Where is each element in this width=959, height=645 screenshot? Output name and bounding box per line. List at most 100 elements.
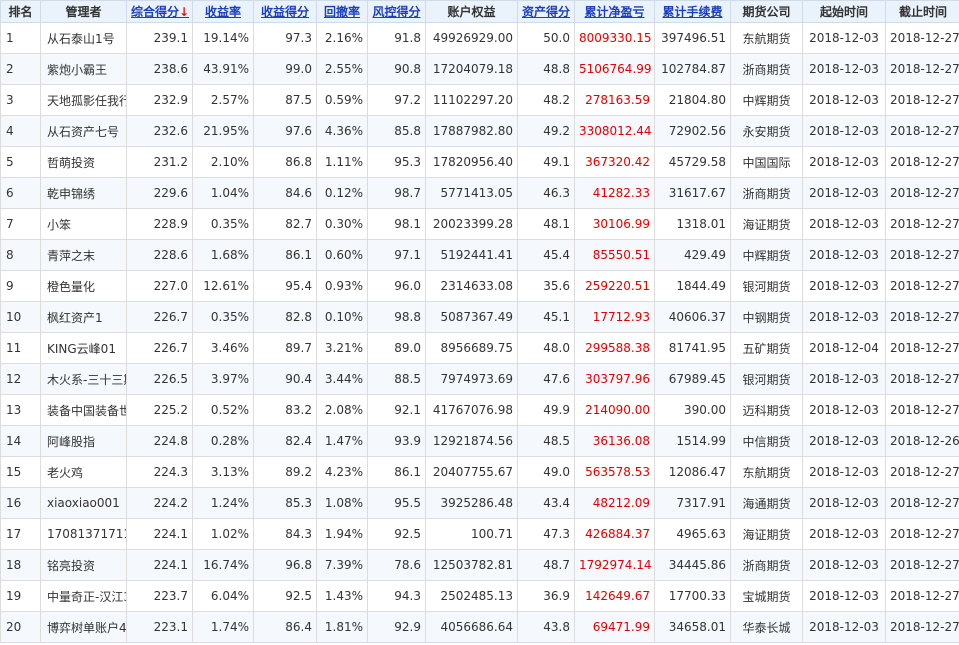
manager-cell: 中量奇正-汉江3号 [40, 580, 127, 612]
return-rate-cell: 6.04% [192, 580, 254, 612]
net-pnl-cell: 41282.33 [574, 177, 655, 209]
table-row[interactable]: 11 KING云峰01 226.7 3.46% 89.7 3.21% 89.0 8956689… [0, 332, 959, 364]
total-score-cell: 232.6 [126, 115, 193, 147]
start-date-cell: 2018-12-03 [802, 425, 886, 457]
drawdown-cell: 3.21% [316, 332, 368, 364]
end-date-cell: 2018-12-27 [885, 115, 959, 147]
column-header-pnl[interactable]: 累计净盈亏 [574, 0, 655, 23]
return-rate-cell: 2.10% [192, 146, 254, 178]
return-rate-cell: 2.57% [192, 84, 254, 116]
table-row[interactable]: 7 小笨 228.9 0.35% 82.7 0.30% 98.1 20023399.28 48.… [0, 208, 959, 240]
equity-cell: 20023399.28 [425, 208, 518, 240]
return-rate-cell: 1.24% [192, 487, 254, 519]
return-score-cell: 82.4 [253, 425, 317, 457]
manager-cell: 木火系-三十三期 [40, 363, 127, 395]
net-pnl-cell: 5106764.99 [574, 53, 655, 85]
asset-score-cell: 36.9 [517, 580, 575, 612]
return-score-cell: 96.8 [253, 549, 317, 581]
column-header-return[interactable]: 收益率 [192, 0, 254, 23]
return-rate-cell: 1.68% [192, 239, 254, 271]
total-score-cell: 223.7 [126, 580, 193, 612]
return-score-cell: 86.4 [253, 611, 317, 643]
total-score-cell: 224.2 [126, 487, 193, 519]
risk-score-cell: 93.9 [367, 425, 426, 457]
fee-cell: 1514.99 [654, 425, 731, 457]
broker-cell: 海通期货 [730, 487, 803, 519]
table-row[interactable]: 4 从石资产七号 232.6 21.95% 97.6 4.36% 85.8 17887982.… [0, 115, 959, 147]
column-header-return-score[interactable]: 收益得分 [253, 0, 317, 23]
start-date-cell: 2018-12-03 [802, 518, 886, 550]
manager-cell: KING云峰01 [40, 332, 127, 364]
end-date-cell: 2018-12-27 [885, 549, 959, 581]
table-row[interactable]: 19中量奇正-汉江3号223.76.04%92.51.43%94.3250248… [0, 580, 959, 612]
column-header-label: 资产得分 [522, 5, 571, 19]
header-row: 排名 管理者 综合得分↓ 收益率 收益得分 回撤率 风控得分 账户权益 资产得分 累计净盈亏 累计手… [0, 0, 959, 23]
drawdown-cell: 1.08% [316, 487, 368, 519]
table-row[interactable]: 14 阿峰股指 224.8 0.28% 82.4 1.47% 93.9 12921874.56… [0, 425, 959, 457]
equity-cell: 7974973.69 [425, 363, 518, 395]
equity-cell: 100.71 [425, 518, 518, 550]
table-row[interactable]: 1 从石泰山1号 239.1 19.14% 97.3 2.16% 91.8 49926929.… [0, 22, 959, 54]
start-date-cell: 2018-12-03 [802, 53, 886, 85]
table-row[interactable]: 5 哲萌投资 231.2 2.10% 86.8 1.11% 95.3 17820956.40 4… [0, 146, 959, 178]
table-row[interactable]: 2 紫炮小霸王 238.6 43.91% 99.0 2.55% 90.8 17204079.1… [0, 53, 959, 85]
column-header-label: 综合得分 [131, 5, 180, 19]
return-score-cell: 97.6 [253, 115, 317, 147]
return-rate-cell: 19.14% [192, 22, 254, 54]
column-header-label: 期货公司 [742, 5, 791, 19]
broker-cell: 永安期货 [730, 115, 803, 147]
total-score-cell: 223.1 [126, 611, 193, 643]
end-date-cell: 2018-12-27 [885, 53, 959, 85]
fee-cell: 1318.01 [654, 208, 731, 240]
start-date-cell: 2018-12-03 [802, 22, 886, 54]
drawdown-cell: 1.47% [316, 425, 368, 457]
table-row[interactable]: 3 天地孤影任我行 232.9 2.57% 87.5 0.59% 97.2 11102297.… [0, 84, 959, 116]
column-header-broker: 期货公司 [730, 0, 803, 23]
return-score-cell: 84.3 [253, 518, 317, 550]
column-header-total[interactable]: 综合得分↓ [126, 0, 193, 23]
net-pnl-cell: 278163.59 [574, 84, 655, 116]
equity-cell: 5771413.05 [425, 177, 518, 209]
rank-cell: 11 [0, 332, 41, 364]
return-score-cell: 82.8 [253, 301, 317, 333]
return-rate-cell: 3.97% [192, 363, 254, 395]
table-row[interactable]: 8 青萍之末 228.6 1.68% 86.1 0.60% 97.1 5192441.41 45… [0, 239, 959, 271]
return-score-cell: 84.6 [253, 177, 317, 209]
table-row[interactable]: 9 橙色量化 227.0 12.61% 95.4 0.93% 96.0 2314633.08 3… [0, 270, 959, 302]
broker-cell: 中信期货 [730, 425, 803, 457]
column-header-fee[interactable]: 累计手续费 [654, 0, 731, 23]
asset-score-cell: 49.2 [517, 115, 575, 147]
start-date-cell: 2018-12-03 [802, 84, 886, 116]
drawdown-cell: 4.36% [316, 115, 368, 147]
table-row[interactable]: 17 17081371711 224.1 1.02% 84.3 1.94% 92.5 100.… [0, 518, 959, 550]
equity-cell: 17887982.80 [425, 115, 518, 147]
table-row[interactable]: 20博弈树单账户4号223.11.74%86.41.81%92.94056686… [0, 611, 959, 643]
column-header-start: 起始时间 [802, 0, 886, 23]
equity-cell: 3925286.48 [425, 487, 518, 519]
column-header-risk[interactable]: 风控得分 [367, 0, 426, 23]
table-row[interactable]: 10 枫红资产1 226.7 0.35% 82.8 0.10% 98.8 5087367.49… [0, 301, 959, 333]
column-header-asset-score[interactable]: 资产得分 [517, 0, 575, 23]
table-row[interactable]: 6 乾申锦绣 229.6 1.04% 84.6 0.12% 98.7 5771413.05 46… [0, 177, 959, 209]
table-row[interactable]: 12木火系-三十三期226.53.97%90.43.44%88.57974973… [0, 363, 959, 395]
net-pnl-cell: 303797.96 [574, 363, 655, 395]
equity-cell: 5087367.49 [425, 301, 518, 333]
drawdown-cell: 0.60% [316, 239, 368, 271]
manager-cell: 紫炮小霸王 [40, 53, 127, 85]
column-header-label: 截止时间 [898, 5, 947, 19]
rank-cell: 20 [0, 611, 41, 643]
table-row[interactable]: 16 xiaoxiao001 224.2 1.24% 85.3 1.08% 95.5 3925… [0, 487, 959, 519]
column-header-label: 回撤率 [323, 5, 360, 19]
table-row[interactable]: 15 老火鸡 224.3 3.13% 89.2 4.23% 86.1 20407755.67 4… [0, 456, 959, 488]
net-pnl-cell: 299588.38 [574, 332, 655, 364]
table-row[interactable]: 13装备中国装备世界225.20.52%83.22.08%92.14176707… [0, 394, 959, 426]
start-date-cell: 2018-12-04 [802, 332, 886, 364]
return-rate-cell: 3.46% [192, 332, 254, 364]
asset-score-cell: 47.6 [517, 363, 575, 395]
asset-score-cell: 49.0 [517, 456, 575, 488]
end-date-cell: 2018-12-27 [885, 301, 959, 333]
table-row[interactable]: 18 铭亮投资 224.1 16.74% 96.8 7.39% 78.6 12503782.8… [0, 549, 959, 581]
column-header-drawdown[interactable]: 回撤率 [316, 0, 368, 23]
broker-cell: 银河期货 [730, 363, 803, 395]
risk-score-cell: 86.1 [367, 456, 426, 488]
